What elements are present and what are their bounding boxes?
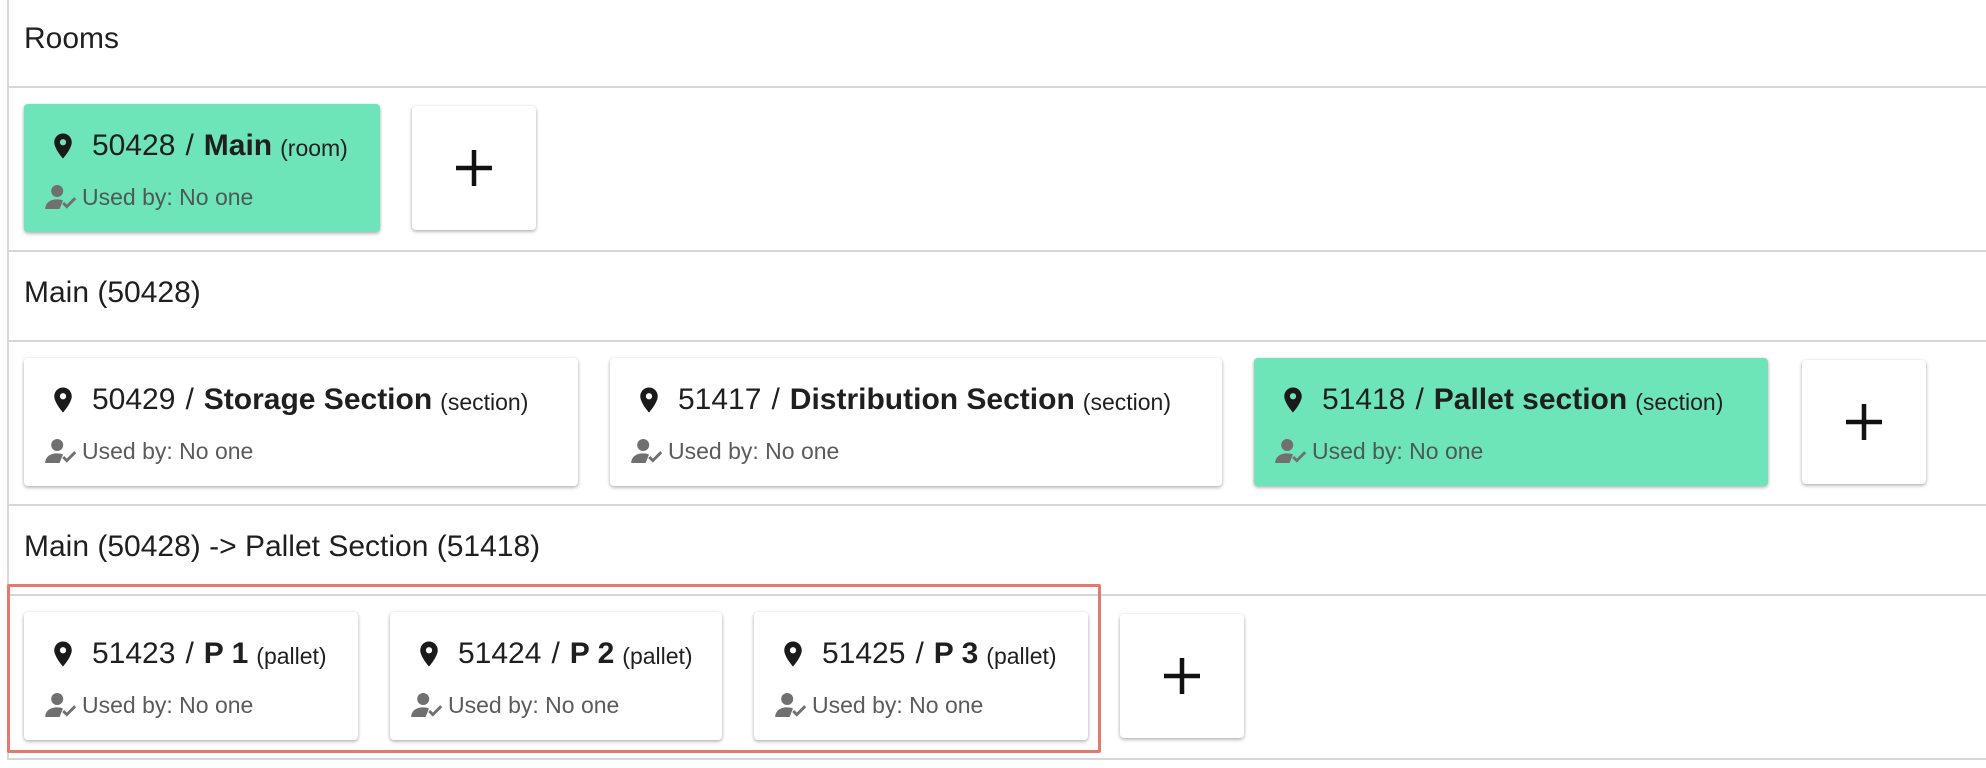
location-pin-icon — [640, 387, 658, 413]
divider — [7, 340, 1986, 342]
user-check-icon — [45, 439, 77, 463]
user-check-icon — [45, 185, 77, 209]
divider — [7, 758, 1986, 760]
location-id: 50428 — [92, 129, 176, 162]
used-by-row: Used by: No one — [630, 436, 839, 466]
location-id: 50429 — [92, 383, 176, 416]
location-id: 51418 — [1322, 383, 1406, 416]
used-by-row: Used by: No one — [44, 182, 253, 212]
add-pallet-button[interactable] — [1120, 614, 1244, 738]
card-title: 51418 / Pallet section (section) — [1278, 382, 1723, 418]
section-header-breadcrumb: Main (50428) -> Pallet Section (51418) — [24, 530, 541, 563]
separator: / — [771, 383, 780, 416]
used-by-row: Used by: No one — [1274, 436, 1483, 466]
used-by-row: Used by: No one — [44, 436, 253, 466]
location-type: (section) — [1082, 388, 1171, 415]
location-pin-icon — [1284, 387, 1302, 413]
user-check-icon — [631, 439, 663, 463]
add-room-button[interactable] — [412, 106, 536, 230]
location-name: Distribution Section — [789, 383, 1075, 416]
section-header-rooms: Rooms — [24, 22, 120, 55]
plus-icon — [456, 150, 492, 186]
divider — [7, 504, 1986, 506]
location-card-51418[interactable]: 51418 / Pallet section (section) Used by… — [1254, 358, 1768, 486]
location-type: (room) — [280, 134, 348, 161]
card-title: 51417 / Distribution Section (section) — [634, 382, 1171, 418]
location-name: Pallet section — [1433, 383, 1628, 416]
divider — [7, 250, 1986, 252]
location-pin-icon — [54, 133, 72, 159]
plus-icon — [1164, 658, 1200, 694]
separator: / — [1415, 383, 1424, 416]
divider — [7, 86, 1986, 88]
plus-icon — [1846, 404, 1882, 440]
location-card-50429[interactable]: 50429 / Storage Section (section) Used b… — [24, 358, 578, 486]
user-check-icon — [1275, 439, 1307, 463]
section-header-main: Main (50428) — [24, 276, 201, 309]
used-by-text: Used by: No one — [82, 437, 254, 464]
card-title: 50428 / Main (room) — [48, 128, 348, 164]
highlight-box — [7, 584, 1101, 753]
separator: / — [185, 383, 194, 416]
location-id: 51417 — [678, 383, 762, 416]
location-card-50428[interactable]: 50428 / Main (room) Used by: No one — [24, 104, 380, 232]
used-by-text: Used by: No one — [82, 183, 254, 210]
card-title: 50429 / Storage Section (section) — [48, 382, 528, 418]
add-section-button[interactable] — [1802, 360, 1926, 484]
location-name: Main — [203, 129, 273, 162]
separator: / — [185, 129, 194, 162]
location-card-51417[interactable]: 51417 / Distribution Section (section) U… — [610, 358, 1222, 486]
location-type: (section) — [1635, 388, 1724, 415]
location-pin-icon — [54, 387, 72, 413]
used-by-text: Used by: No one — [668, 437, 840, 464]
location-name: Storage Section — [203, 383, 433, 416]
used-by-text: Used by: No one — [1312, 437, 1484, 464]
location-type: (section) — [440, 388, 529, 415]
